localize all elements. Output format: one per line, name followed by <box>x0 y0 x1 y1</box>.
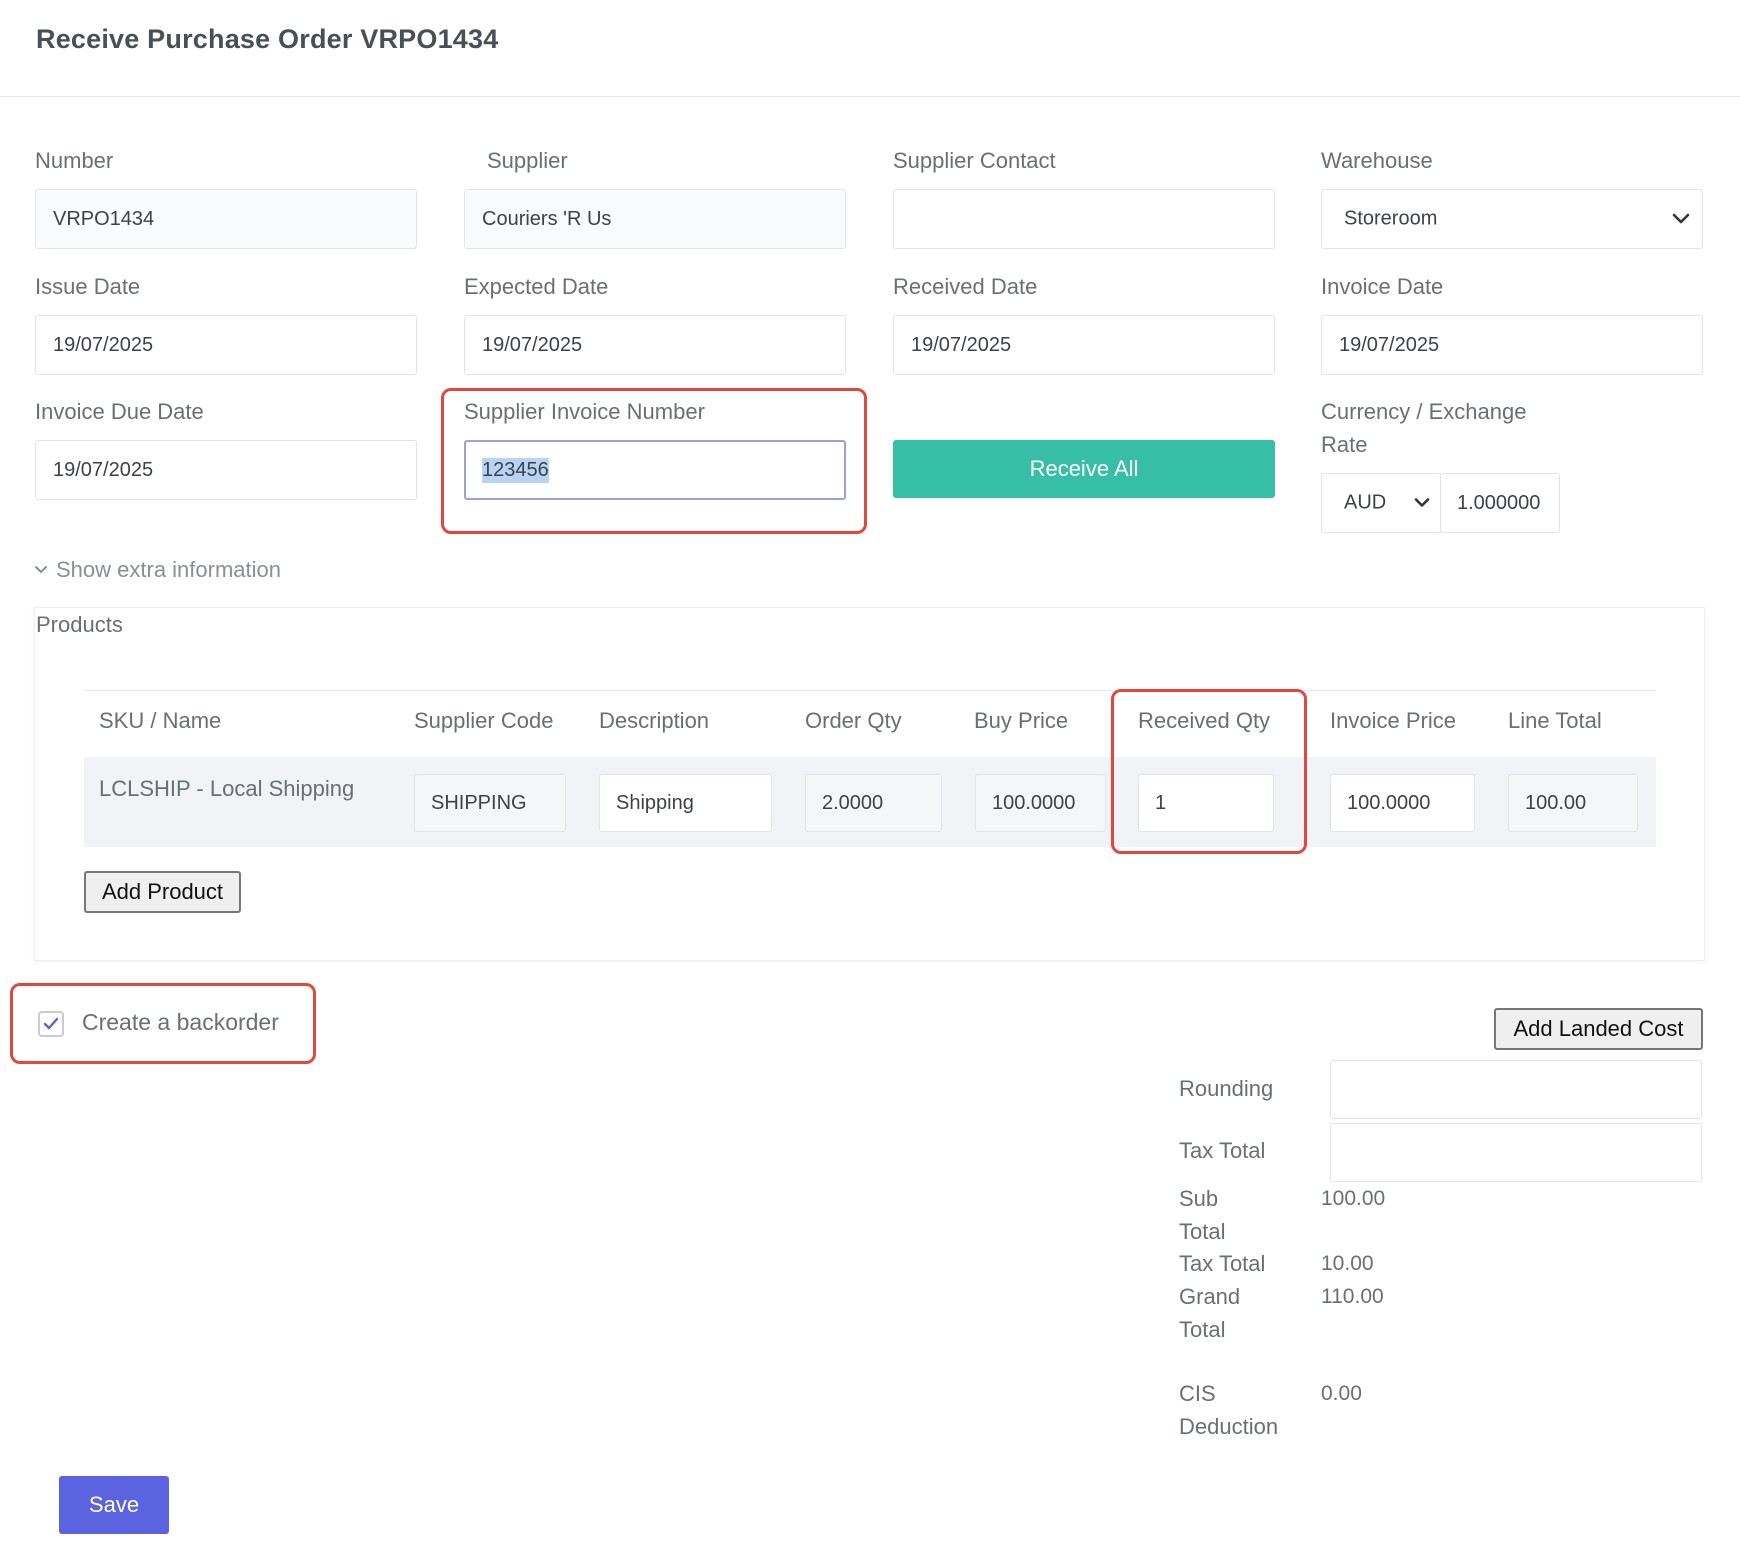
cis-deduction-value: 0.00 <box>1321 1382 1362 1405</box>
page-title: Receive Purchase Order VRPO1434 <box>36 24 499 54</box>
expected-date-label: Expected Date <box>464 274 609 299</box>
currency-label: Currency / Exchange <box>1321 399 1527 424</box>
chevron-down-icon <box>1672 213 1690 224</box>
column-header-line-total: Line Total <box>1508 708 1602 733</box>
cis-deduction-label: CIS Deduction <box>1179 1377 1299 1443</box>
invoice-date-field[interactable]: 19/07/2025 <box>1321 315 1703 375</box>
issue-date-label: Issue Date <box>35 274 141 299</box>
column-header-order-qty: Order Qty <box>805 708 902 733</box>
row-supplier-code-field[interactable]: SHIPPING <box>414 774 566 832</box>
sub-total-label-line1: Sub <box>1179 1186 1219 1211</box>
supplier-contact-field[interactable] <box>893 189 1275 249</box>
number-field[interactable]: VRPO1434 <box>35 189 417 249</box>
table-header-divider <box>84 690 1656 691</box>
column-header-invoice-price: Invoice Price <box>1330 708 1456 733</box>
tax-total-input-label: Tax Total <box>1179 1138 1266 1163</box>
backorder-highlight <box>10 983 316 1064</box>
row-sku-name: LCLSHIP - Local Shipping <box>99 776 355 801</box>
grand-total-value: 110.00 <box>1321 1285 1384 1308</box>
invoice-due-date-field[interactable]: 19/07/2025 <box>35 440 417 500</box>
grand-total-label-line1: Grand <box>1179 1284 1241 1309</box>
cis-deduction-label-line1: CIS <box>1179 1381 1216 1406</box>
issue-date-field[interactable]: 19/07/2025 <box>35 315 417 375</box>
currency-selected-value: AUD <box>1344 491 1387 514</box>
header-divider <box>0 96 1740 97</box>
add-landed-cost-button[interactable]: Add Landed Cost <box>1494 1008 1703 1050</box>
rounding-label: Rounding <box>1179 1076 1274 1101</box>
row-description-field[interactable]: Shipping <box>599 774 772 832</box>
received-qty-highlight <box>1111 689 1307 854</box>
tax-total-value: 10.00 <box>1321 1252 1374 1275</box>
tax-total-label: Tax Total <box>1179 1251 1266 1276</box>
row-order-qty-field[interactable]: 2.0000 <box>805 774 942 832</box>
warehouse-select[interactable]: Storeroom <box>1321 189 1703 249</box>
supplier-label: Supplier <box>487 148 568 173</box>
products-title: Products <box>36 612 123 637</box>
row-buy-price-field[interactable]: 100.0000 <box>975 774 1106 832</box>
row-invoice-price-field[interactable]: 100.0000 <box>1330 774 1475 832</box>
rounding-field[interactable] <box>1330 1060 1702 1119</box>
supplier-contact-label: Supplier Contact <box>893 148 1056 173</box>
chevron-down-icon <box>35 566 47 574</box>
sub-total-value: 100.00 <box>1321 1187 1386 1210</box>
received-date-label: Received Date <box>893 274 1038 299</box>
expected-date-field[interactable]: 19/07/2025 <box>464 315 846 375</box>
row-line-total-field[interactable]: 100.00 <box>1508 774 1638 832</box>
sub-total-label: Sub Total <box>1179 1182 1299 1248</box>
supplier-invoice-highlight <box>441 388 867 534</box>
show-extra-information-toggle[interactable]: Show extra information <box>34 557 281 583</box>
warehouse-selected-value: Storeroom <box>1344 207 1438 230</box>
column-header-sku-name: SKU / Name <box>99 708 222 733</box>
tax-total-field[interactable] <box>1330 1123 1702 1182</box>
received-date-field[interactable]: 19/07/2025 <box>893 315 1275 375</box>
chevron-down-icon <box>1414 498 1430 507</box>
currency-label-rate: Rate <box>1321 432 1368 457</box>
show-extra-information-label: Show extra information <box>56 557 281 582</box>
cis-deduction-label-line2: Deduction <box>1179 1414 1279 1439</box>
invoice-due-date-label: Invoice Due Date <box>35 399 204 424</box>
column-header-supplier-code: Supplier Code <box>414 708 554 733</box>
sub-total-label-line2: Total <box>1179 1219 1226 1244</box>
currency-select[interactable]: AUD <box>1321 473 1441 533</box>
grand-total-label-line2: Total <box>1179 1317 1226 1342</box>
warehouse-label: Warehouse <box>1321 148 1433 173</box>
add-product-button[interactable]: Add Product <box>84 871 241 913</box>
supplier-field[interactable]: Couriers 'R Us <box>464 189 846 249</box>
column-header-description: Description <box>599 708 710 733</box>
exchange-rate-field[interactable]: 1.000000 <box>1440 473 1560 533</box>
save-button[interactable]: Save <box>59 1476 169 1534</box>
grand-total-label: Grand Total <box>1179 1280 1299 1346</box>
number-label: Number <box>35 148 114 173</box>
receive-all-button[interactable]: Receive All <box>893 440 1275 498</box>
invoice-date-label: Invoice Date <box>1321 274 1444 299</box>
column-header-buy-price: Buy Price <box>974 708 1069 733</box>
